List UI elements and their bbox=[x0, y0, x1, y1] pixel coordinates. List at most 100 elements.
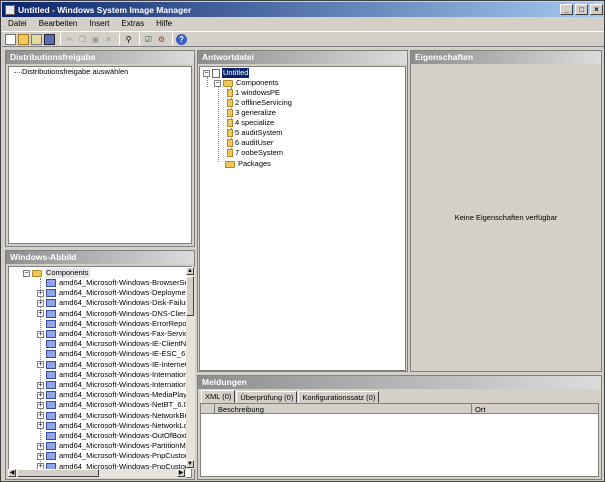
tree-node-label: 7 oobeSystem bbox=[235, 148, 283, 157]
folder-icon bbox=[223, 79, 233, 87]
tree-node-image-component[interactable]: amd64_Microsoft-Windows-IE-ESC_6.0.6 bbox=[37, 349, 192, 359]
help-icon[interactable]: ? bbox=[176, 33, 187, 45]
maximize-button[interactable]: □ bbox=[575, 4, 588, 15]
pass-icon bbox=[227, 99, 233, 107]
tree-node-image-component[interactable]: amd64_Microsoft-Windows-OutOfBoxExpe bbox=[37, 431, 191, 441]
collapse-icon[interactable]: − bbox=[203, 69, 210, 77]
scroll-thumb[interactable] bbox=[186, 276, 194, 316]
find-icon[interactable]: ⚲ bbox=[123, 34, 134, 45]
tree-node-pass[interactable]: 6 auditUser bbox=[227, 138, 273, 148]
component-icon bbox=[46, 381, 56, 389]
tree-node-pass[interactable]: 7 oobeSystem bbox=[227, 148, 283, 158]
tree-node-image-component[interactable]: + amd64_Microsoft-Windows-NetworkBridge bbox=[37, 411, 191, 421]
tree-node-image-component[interactable]: + amd64_Microsoft-Windows-NetworkLoad bbox=[37, 421, 191, 431]
component-icon bbox=[46, 299, 56, 308]
column-divider[interactable] bbox=[471, 404, 472, 414]
pass-icon bbox=[227, 109, 233, 117]
expand-icon[interactable]: + bbox=[37, 442, 44, 450]
scroll-left-button[interactable]: ◀ bbox=[8, 469, 16, 477]
tree-node-label: amd64_Microsoft-Windows-IE-InternetExp bbox=[59, 359, 192, 369]
tree-node-packages[interactable]: Packages bbox=[225, 159, 271, 169]
config-set-icon[interactable]: ⚙ bbox=[156, 34, 167, 45]
component-icon bbox=[46, 289, 56, 298]
paste-icon[interactable]: ▣ bbox=[90, 34, 101, 45]
menu-hilfe[interactable]: Hilfe bbox=[150, 19, 178, 28]
copy-icon[interactable]: ❐ bbox=[77, 34, 88, 45]
expand-icon[interactable]: + bbox=[37, 361, 44, 369]
tab-xml[interactable]: XML (0) bbox=[201, 390, 236, 403]
tree-node-image-component[interactable]: + amd64_Microsoft-Windows-NetBT_6.0.60 bbox=[37, 400, 191, 410]
collapse-icon[interactable]: − bbox=[23, 269, 30, 277]
tree-node-pass[interactable]: 5 auditSystem bbox=[227, 128, 283, 138]
tree-node-components[interactable]: − Components bbox=[23, 268, 90, 278]
tree-node-image-component[interactable]: + amd64_Microsoft-Windows-Disk-Failure-D bbox=[37, 298, 191, 308]
tree-node-image-component[interactable]: + amd64_Microsoft-Windows-MediaPlayer-C bbox=[37, 390, 192, 400]
tree-node-label: Packages bbox=[238, 159, 271, 168]
tree-node-image-component[interactable]: amd64_Microsoft-Windows-BrowserServic bbox=[37, 278, 191, 288]
collapse-icon[interactable]: − bbox=[214, 79, 221, 87]
tree-node-image-component[interactable]: + amd64_Microsoft-Windows-International-C bbox=[37, 380, 191, 390]
tree-item-select-distribution-share[interactable]: Distributionsfreigabe auswählen bbox=[22, 67, 128, 77]
scroll-down-button[interactable]: ▼ bbox=[186, 460, 194, 468]
panel-header: Meldungen bbox=[198, 376, 601, 389]
expand-icon[interactable]: + bbox=[37, 401, 44, 409]
app-icon bbox=[5, 4, 15, 15]
tab-validation[interactable]: Überprüfung (0) bbox=[236, 391, 298, 403]
component-icon bbox=[46, 360, 56, 369]
tree-node-untitled[interactable]: − Untitled bbox=[203, 68, 250, 78]
tree-node-image-component[interactable]: + amd64_Microsoft-Windows-PartitionMana bbox=[37, 441, 191, 451]
tree-node-image-component[interactable]: amd64_Microsoft-Windows-International-C bbox=[37, 370, 191, 380]
answer-file-panel: Antwortdatei − Untitled − Components 1 w… bbox=[197, 50, 408, 372]
tree-node-pass[interactable]: 3 generalize bbox=[227, 108, 276, 118]
tree-node-pass[interactable]: 4 specialize bbox=[227, 118, 274, 128]
tree-node-pass[interactable]: 1 windowsPE bbox=[227, 88, 280, 98]
tree-node-image-component[interactable]: + amd64_Microsoft-Windows-IE-InternetExp bbox=[37, 359, 192, 370]
open-icon[interactable] bbox=[18, 33, 29, 45]
tree-node-label: 6 auditUser bbox=[235, 138, 274, 147]
menu-datei[interactable]: Datei bbox=[2, 19, 33, 28]
tree-node-pass[interactable]: 2 offlineServicing bbox=[227, 98, 292, 108]
expand-icon[interactable]: + bbox=[37, 299, 44, 307]
pass-icon bbox=[227, 89, 233, 97]
horizontal-scrollbar[interactable]: ◀ ▶ bbox=[8, 469, 186, 478]
distribution-share-icon[interactable] bbox=[31, 33, 42, 45]
component-icon bbox=[46, 279, 56, 287]
save-icon[interactable] bbox=[44, 33, 55, 45]
tree-node-image-component[interactable]: + amd64_Microsoft-Windows-Fax-Service_6 bbox=[37, 329, 191, 339]
scroll-right-button[interactable]: ▶ bbox=[177, 469, 185, 477]
scroll-thumb[interactable] bbox=[17, 469, 99, 477]
close-button[interactable]: × bbox=[590, 4, 603, 15]
component-icon bbox=[46, 421, 56, 430]
tree-node-image-component[interactable]: + amd64_Microsoft-Windows-DNS-Client_6 bbox=[37, 309, 191, 319]
menu-extras[interactable]: Extras bbox=[115, 19, 150, 28]
expand-icon[interactable]: + bbox=[37, 381, 44, 389]
cut-icon[interactable]: ✂ bbox=[64, 34, 75, 45]
tree-node-label: amd64_Microsoft-Windows-MediaPlayer-C bbox=[59, 390, 192, 400]
expand-icon[interactable]: + bbox=[37, 289, 44, 297]
column-header-location[interactable]: Ort bbox=[475, 405, 485, 414]
column-header-description[interactable]: Beschreibung bbox=[218, 405, 264, 414]
menu-insert[interactable]: Insert bbox=[83, 19, 115, 28]
new-icon[interactable] bbox=[5, 33, 16, 45]
vertical-scrollbar[interactable]: ▲ ▼ bbox=[186, 267, 195, 469]
tree-node-image-component[interactable]: amd64_Microsoft-Windows-ErrorReporting bbox=[37, 319, 191, 329]
expand-icon[interactable]: + bbox=[37, 310, 44, 318]
minimize-button[interactable]: _ bbox=[560, 4, 573, 15]
expand-icon[interactable]: + bbox=[37, 391, 44, 399]
tab-configuration-set[interactable]: Konfigurationssatz (0) bbox=[298, 391, 380, 403]
scroll-up-button[interactable]: ▲ bbox=[186, 267, 194, 275]
expand-icon[interactable]: + bbox=[37, 452, 44, 460]
validate-icon[interactable]: ☑ bbox=[143, 34, 154, 45]
expand-icon[interactable]: + bbox=[37, 422, 44, 430]
menu-bearbeiten[interactable]: Bearbeiten bbox=[33, 19, 84, 28]
tree-node-image-component[interactable]: + amd64_Microsoft-Windows-Deployment_6 bbox=[37, 288, 191, 298]
tree-node-label: 2 offlineServicing bbox=[235, 98, 292, 107]
pass-icon bbox=[227, 149, 233, 157]
delete-icon[interactable]: ✕ bbox=[103, 34, 114, 45]
tree-node-image-component[interactable]: amd64_Microsoft-Windows-IE-ClientNetw bbox=[37, 339, 191, 349]
expand-icon[interactable]: + bbox=[37, 330, 44, 338]
tree-node-label: amd64_Microsoft-Windows-IE-ESC_6.0.6 bbox=[59, 349, 192, 359]
tree-node-components[interactable]: − Components bbox=[214, 78, 279, 88]
tree-node-image-component[interactable]: + amd64_Microsoft-Windows-PnpCustomiza bbox=[37, 451, 191, 461]
expand-icon[interactable]: + bbox=[37, 412, 44, 420]
